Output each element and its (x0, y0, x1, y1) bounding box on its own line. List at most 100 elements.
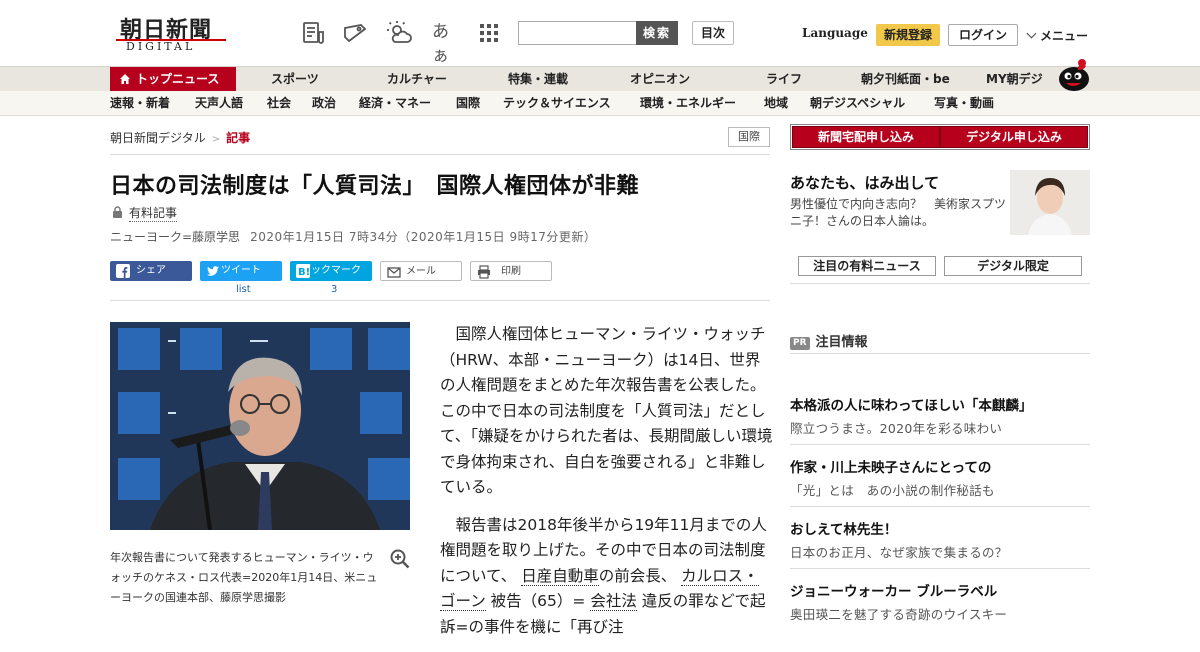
pr-item-title: ジョニーウォーカー ブルーラベル (790, 584, 998, 600)
divider (790, 568, 1090, 569)
breadcrumb-current: 記事 (226, 131, 251, 145)
facebook-share-label: シェア (136, 265, 166, 276)
twitter-share-label: ツイート (221, 265, 261, 276)
pr-item-subtitle: 際立つうまさ。2020年を彩る味わい (790, 421, 1003, 436)
article-photo[interactable] (110, 322, 410, 530)
logo-subtitle: DIGITAL (126, 40, 196, 53)
article-body: 国際人権団体ヒューマン・ライツ・ウォッチ（HRW、本部・ニューヨーク）は14日、… (440, 322, 774, 652)
article-title: 日本の司法制度は「人質司法」 国際人権団体が非難 (110, 174, 640, 199)
bookmark-ticket-icon[interactable] (342, 20, 368, 46)
apps-grid-icon[interactable] (476, 20, 502, 46)
pr-item[interactable]: おしえて林先生！ 日本のお正月、なぜ家族で集まるの？ (790, 518, 1090, 561)
svg-text:B!: B! (298, 267, 310, 278)
toc-button[interactable]: 目次 (692, 21, 734, 45)
weather-icon[interactable] (386, 20, 412, 46)
digital-subscribe-button[interactable]: デジタル申し込み (940, 126, 1088, 148)
divider (790, 444, 1090, 445)
divider (110, 300, 770, 301)
nav-life[interactable]: ライフ (766, 67, 802, 91)
divider (110, 154, 770, 155)
breadcrumb-separator-icon: > (211, 134, 221, 145)
newspaper-delivery-button[interactable]: 新聞宅配申し込み (792, 126, 940, 148)
nav-my-asahi[interactable]: MY朝デジ (986, 67, 1043, 91)
nav-special[interactable]: 朝デジスペシャル (810, 91, 905, 115)
nav-photo-video[interactable]: 写真・動画 (934, 91, 994, 115)
mail-label: メール (406, 266, 436, 277)
mail-share-button[interactable]: メール (380, 261, 462, 281)
divider (790, 506, 1090, 507)
facebook-share-button[interactable]: シェア (110, 261, 192, 281)
print-label: 印刷 (501, 266, 521, 277)
hatena-count-link[interactable]: 3 (331, 284, 337, 295)
login-button[interactable]: ログイン (948, 24, 1018, 46)
byline: ニューヨーク=藤原学思 2020年1月15日 7時34分（2020年1月15日 9… (110, 228, 596, 245)
nav-breaking[interactable]: 速報・新着 (110, 91, 170, 115)
promo-text: 男性優位で内向き志向？ 美術家スプツニ子！さんの日本人論は。 (790, 197, 1007, 228)
pr-item-title: 作家・川上未映子さんにとっての (790, 460, 992, 476)
paragraph-text: 被告（65）= (490, 592, 586, 610)
nav-economy[interactable]: 経済・マネー (359, 91, 431, 115)
nav-culture[interactable]: カルチャー (387, 67, 447, 91)
nav-label: トップニュース (136, 72, 220, 86)
search-button[interactable]: 検索 (636, 21, 678, 45)
nav-top-news[interactable]: トップニュース (110, 67, 236, 91)
nav-tech-science[interactable]: テック＆サイエンス (503, 91, 611, 115)
facebook-icon (116, 264, 130, 278)
home-icon (120, 74, 130, 84)
pr-heading-label: 注目情報 (815, 335, 868, 350)
hatena-bookmark-label: ブックマーク (301, 265, 361, 276)
secondary-nav: 速報・新着 天声人語 社会 政治 経済・マネー 国際 テック＆サイエンス 環境・… (0, 91, 1200, 116)
promo-title[interactable]: あなたも、はみ出して (790, 172, 939, 193)
twitter-share-button[interactable]: ツイート (200, 261, 282, 281)
pr-item[interactable]: 作家・川上未映子さんにとっての 「光」とは あの小説の制作秘話も (790, 456, 1090, 499)
nav-opinion[interactable]: オピニオン (630, 67, 690, 91)
menu-label: メニュー (1040, 29, 1089, 43)
pr-item-title: 本格派の人に味わってほしい「本麒麟」 (790, 398, 1033, 414)
language-link[interactable]: Language (802, 26, 868, 40)
nav-politics[interactable]: 政治 (312, 91, 336, 115)
mail-icon (387, 267, 401, 278)
breadcrumb-home[interactable]: 朝日新聞デジタル (110, 131, 206, 145)
nav-features[interactable]: 特集・連載 (508, 67, 568, 91)
search-input[interactable] (518, 21, 636, 45)
pr-item-subtitle: 日本のお正月、なぜ家族で集まるの？ (790, 545, 1008, 560)
pr-item[interactable]: ジョニーウォーカー ブルーラベル 奥田瑛二を魅了する奇跡のウイスキー (790, 580, 1090, 623)
lock-icon (113, 206, 122, 218)
chevron-down-icon (1026, 28, 1037, 39)
publish-date: 2020年1月15日 7時34分（2020年1月15日 9時17分更新） (250, 230, 597, 244)
paid-news-tab[interactable]: 注目の有料ニュース (798, 256, 936, 276)
nav-regional[interactable]: 地域 (764, 91, 788, 115)
nav-environment[interactable]: 環境・エネルギー (640, 91, 736, 115)
keyword-link-nissan[interactable]: 日産自動車 (521, 566, 599, 586)
nav-tensei-jingo[interactable]: 天声人語 (195, 91, 243, 115)
zoom-in-icon[interactable] (390, 549, 410, 569)
paragraph: 報告書は2018年後半から19年11月までの人権問題を取り上げた。その中で日本の… (440, 513, 774, 641)
print-button[interactable]: 印刷 (470, 261, 552, 281)
nav-sports[interactable]: スポーツ (271, 67, 319, 91)
menu-button[interactable]: メニュー (1026, 27, 1089, 44)
mascot-character-icon[interactable] (1056, 58, 1092, 92)
hatena-bookmark-button[interactable]: B! ブックマーク (290, 261, 372, 281)
nav-print-edition[interactable]: 朝夕刊紙面・be (861, 67, 950, 91)
paragraph: 国際人権団体ヒューマン・ライツ・ウォッチ（HRW、本部・ニューヨーク）は14日、… (440, 325, 773, 496)
category-tag[interactable]: 国際 (728, 127, 770, 147)
divider (790, 353, 1090, 354)
promo-image[interactable] (1010, 170, 1090, 235)
pr-item-subtitle: 「光」とは あの小説の制作秘話も (790, 483, 995, 498)
pr-item-subtitle: 奥田瑛二を魅了する奇跡のウイスキー (790, 607, 1008, 622)
keyword-link-companies-act[interactable]: 会社法 (590, 592, 637, 611)
pr-heading: PR 注目情報 (790, 331, 868, 350)
nav-international[interactable]: 国際 (456, 91, 480, 115)
promo-portrait (1010, 170, 1090, 235)
digital-only-tab[interactable]: デジタル限定 (944, 256, 1082, 276)
photo-illustration (110, 322, 410, 530)
pr-item[interactable]: 本格派の人に味わってほしい「本麒麟」 際立つうまさ。2020年を彩る味わい (790, 394, 1090, 437)
nav-society[interactable]: 社会 (267, 91, 291, 115)
register-button[interactable]: 新規登録 (876, 24, 940, 46)
paragraph-text: の前会長、 (598, 566, 677, 585)
paid-article-label[interactable]: 有料記事 (129, 204, 178, 222)
twitter-count-link[interactable]: list (236, 284, 251, 295)
site-logo[interactable]: 朝日新聞 DIGITAL (110, 12, 230, 56)
font-size-icon[interactable]: あぁ (432, 20, 458, 66)
newspaper-icon[interactable] (300, 20, 326, 46)
